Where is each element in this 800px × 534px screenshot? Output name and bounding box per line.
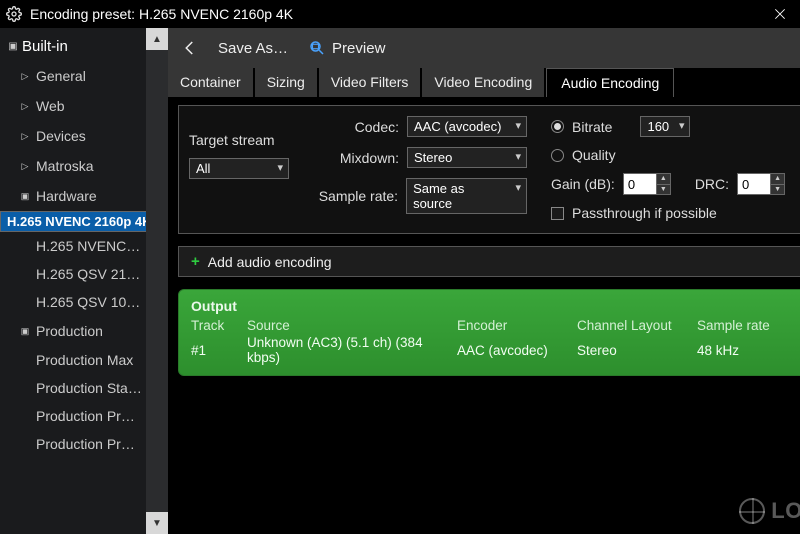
tree-item-hw-3[interactable]: H.265 QSV 1080p [0, 288, 146, 316]
tree-group-web[interactable]: ▷Web [0, 91, 146, 121]
tree-item-prod-3[interactable]: Production Proxy 540p [0, 430, 146, 458]
spin-down-icon[interactable]: ▼ [770, 185, 784, 195]
col-channel: Channel Layout [577, 318, 697, 335]
sample-rate-select[interactable]: Same as source [406, 178, 527, 214]
tree-group-devices[interactable]: ▷Devices [0, 121, 146, 151]
gear-icon [6, 6, 22, 22]
window-close-button[interactable] [766, 2, 794, 26]
tree-group-general[interactable]: ▷General [0, 61, 146, 91]
chevron-right-icon: ▷ [20, 131, 30, 142]
mixdown-select[interactable]: Stereo [407, 147, 527, 168]
tab-video-filters[interactable]: Video Filters [319, 68, 421, 97]
magnifier-icon [308, 39, 326, 57]
window-title: Encoding preset: H.265 NVENC 2160p 4K [30, 6, 293, 22]
tree-group-matroska[interactable]: ▷Matroska [0, 151, 146, 181]
tab-container[interactable]: Container [168, 68, 253, 97]
add-audio-encoding-button[interactable]: + Add audio encoding [178, 246, 800, 277]
col-source: Source [247, 318, 457, 335]
preset-tree-sidebar: ▣ Built-in ▷General ▷Web ▷Devices ▷Matro… [0, 28, 168, 534]
tree-item-hw-0[interactable]: H.265 NVENC 2160p 4K [0, 211, 146, 232]
quality-radio[interactable] [551, 149, 564, 162]
spin-up-icon[interactable]: ▲ [770, 174, 784, 185]
target-stream-select[interactable]: All [189, 158, 289, 179]
save-as-button[interactable]: Save As… [218, 40, 288, 57]
bitrate-label: Bitrate [572, 119, 612, 135]
scroll-up-icon[interactable]: ▲ [146, 28, 168, 50]
chevron-right-icon: ▷ [20, 71, 30, 82]
chevron-down-icon: ▣ [20, 326, 30, 337]
spin-up-icon[interactable]: ▲ [656, 174, 670, 185]
col-track: Track [191, 318, 247, 335]
output-title: Output [191, 298, 800, 314]
globe-icon [739, 498, 765, 524]
tree-item-hw-1[interactable]: H.265 NVENC 1080p [0, 232, 146, 260]
chevron-right-icon: ▷ [20, 101, 30, 112]
sidebar-scrollbar[interactable]: ▲ ▼ [146, 28, 168, 534]
tree-root[interactable]: ▣ Built-in [0, 34, 146, 61]
output-table: Track Source Encoder Channel Layout Samp… [191, 318, 800, 365]
target-stream-label: Target stream [189, 132, 289, 148]
sample-rate-label: Sample rate: [313, 188, 398, 204]
bitrate-select[interactable]: 160 [640, 116, 690, 137]
tab-video-encoding[interactable]: Video Encoding [422, 68, 544, 97]
back-button[interactable] [176, 34, 204, 62]
chevron-down-icon: ▣ [20, 191, 30, 202]
passthrough-label: Passthrough if possible [572, 205, 717, 221]
plus-icon: + [191, 253, 200, 270]
main-toolbar: Save As… Preview [168, 28, 800, 68]
col-samplerate: Sample rate [697, 318, 800, 335]
mixdown-label: Mixdown: [313, 150, 399, 166]
tree-root-label: Built-in [22, 38, 68, 55]
col-encoder: Encoder [457, 318, 577, 335]
output-panel: Output Track Source Encoder Channel Layo… [178, 289, 800, 376]
quality-label: Quality [572, 147, 616, 163]
gain-label: Gain (dB): [551, 176, 615, 192]
scroll-down-icon[interactable]: ▼ [146, 512, 168, 534]
tab-audio-encoding[interactable]: Audio Encoding [546, 68, 674, 97]
audio-encoding-panel: ✕ Target stream All Codec: AAC (avcodec) [178, 105, 800, 234]
codec-select[interactable]: AAC (avcodec) [407, 116, 527, 137]
tab-bar: Container Sizing Video Filters Video Enc… [168, 68, 800, 97]
tab-sizing[interactable]: Sizing [255, 68, 317, 97]
chevron-right-icon: ▷ [20, 161, 30, 172]
bitrate-radio[interactable] [551, 120, 564, 133]
drc-label: DRC: [695, 176, 729, 192]
watermark: LO4D.com [739, 498, 800, 524]
drc-stepper[interactable]: ▲▼ [737, 173, 785, 195]
passthrough-checkbox[interactable] [551, 207, 564, 220]
window-titlebar: Encoding preset: H.265 NVENC 2160p 4K [0, 0, 800, 28]
table-row[interactable]: #1 Unknown (AC3) (5.1 ch) (384 kbps) AAC… [191, 335, 800, 365]
spin-down-icon[interactable]: ▼ [656, 185, 670, 195]
tree-group-hardware[interactable]: ▣Hardware [0, 181, 146, 211]
tree-item-prod-2[interactable]: Production Proxy 1080p [0, 402, 146, 430]
tree-group-production[interactable]: ▣Production [0, 316, 146, 346]
chevron-down-icon: ▣ [8, 41, 18, 52]
drc-input[interactable] [738, 174, 770, 194]
preview-button[interactable]: Preview [308, 39, 385, 57]
table-header-row: Track Source Encoder Channel Layout Samp… [191, 318, 800, 335]
tree-item-prod-0[interactable]: Production Max [0, 346, 146, 374]
tree-item-hw-2[interactable]: H.265 QSV 2160p 4K [0, 260, 146, 288]
tree-item-prod-1[interactable]: Production Standard [0, 374, 146, 402]
gain-input[interactable] [624, 174, 656, 194]
codec-label: Codec: [313, 119, 399, 135]
gain-stepper[interactable]: ▲▼ [623, 173, 671, 195]
